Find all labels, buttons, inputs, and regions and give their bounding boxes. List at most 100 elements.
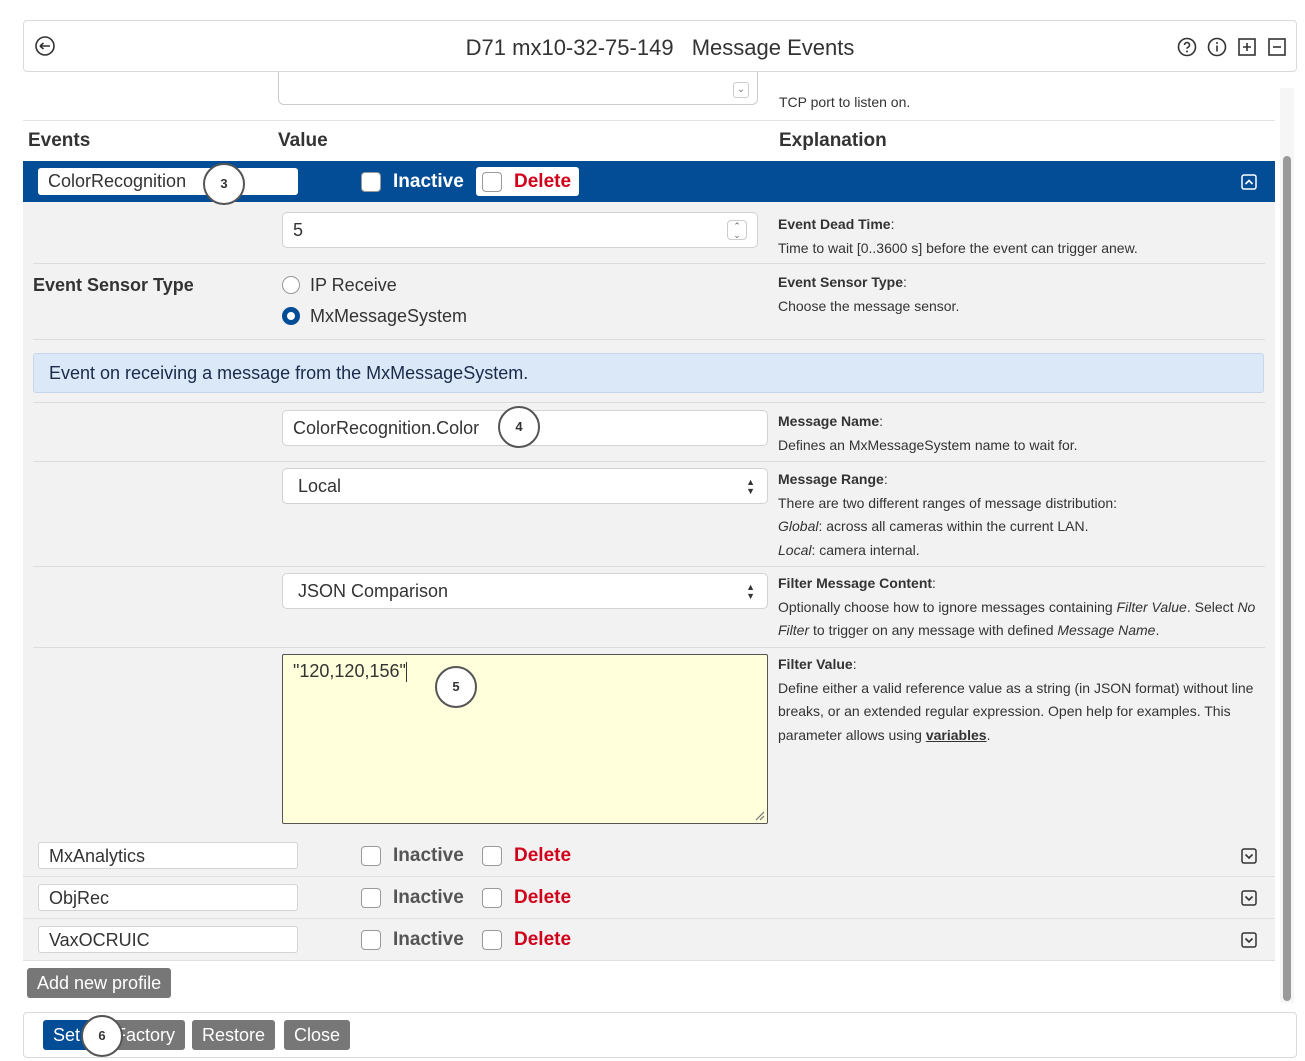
collapse-profile-icon[interactable] — [1241, 174, 1257, 195]
radio-mxmessagesystem[interactable] — [282, 307, 300, 325]
callout-marker: 4 — [498, 406, 540, 448]
add-new-profile-button[interactable]: Add new profile — [27, 968, 172, 998]
delete-toggle[interactable]: Delete — [476, 167, 579, 196]
filter-content-value: JSON Comparison — [298, 581, 449, 601]
sensor-type-title: Event Sensor Type — [778, 274, 904, 290]
filter-desc-em: Filter Value — [1116, 598, 1187, 615]
message-range-desc: There are two different ranges of messag… — [778, 494, 1118, 511]
stepper-icon[interactable]: ⌃ ⌄ — [727, 220, 747, 240]
variables-link[interactable]: variables — [926, 727, 987, 743]
sensor-type-explanation: Event Sensor Type: Choose the message se… — [778, 274, 960, 314]
profile-details: 5 ⌃ ⌄ Event Dead Time: Time to wait [0..3… — [23, 202, 1275, 835]
expand-profile-icon[interactable] — [1241, 932, 1257, 953]
select-arrows-icon: ▲ ▼ — [746, 582, 755, 601]
filter-desc-text: . — [1155, 622, 1160, 638]
filter-value-text: "120,120,156" — [293, 661, 406, 681]
filter-desc-text: Optionally choose how to ignore messages… — [778, 598, 1117, 615]
inactive-checkbox[interactable] — [361, 888, 381, 908]
inactive-checkbox[interactable] — [361, 930, 381, 950]
divider — [33, 263, 1265, 264]
delete-checkbox[interactable] — [482, 888, 502, 908]
dead-time-value: 5 — [293, 220, 304, 240]
device-name: D71 mx10-32-75-149 — [465, 35, 674, 60]
divider — [33, 402, 1265, 403]
expand-all-icon[interactable] — [1236, 36, 1258, 63]
delete-label: Delete — [514, 887, 572, 908]
filter-desc-em: Message Name — [1057, 622, 1156, 638]
filter-content-explanation: Filter Message Content: Optionally choos… — [778, 575, 1256, 638]
delete-label: Delete — [514, 845, 572, 866]
dead-time-input[interactable]: 5 ⌃ ⌄ — [282, 212, 758, 248]
dead-time-title: Event Dead Time — [778, 216, 891, 232]
filter-value-title: Filter Value — [778, 656, 853, 672]
callout-marker: 5 — [435, 666, 477, 708]
select-arrows-icon: ▲ ▼ — [746, 477, 755, 496]
header-events: Events — [28, 130, 91, 151]
help-icon[interactable] — [1176, 36, 1198, 63]
header-explanation: Explanation — [779, 130, 887, 151]
info-message: Event on receiving a message from the Mx… — [33, 353, 1264, 393]
footer-bar: Set Factory Restore Close — [23, 1012, 1297, 1058]
message-range-title: Message Range — [778, 471, 884, 487]
resize-handle-icon[interactable] — [753, 809, 765, 821]
info-icon[interactable] — [1206, 36, 1228, 63]
title-bar: D71 mx10-32-75-149 Message Events — [23, 20, 1297, 72]
delete-label: Delete — [514, 929, 572, 950]
port-select[interactable]: ⌄ — [278, 72, 758, 105]
range-global-desc: : across all cameras within the current … — [818, 518, 1089, 534]
delete-checkbox[interactable] — [482, 171, 502, 192]
inactive-checkbox[interactable] — [361, 846, 381, 866]
window-title: D71 mx10-32-75-149 Message Events — [24, 35, 1296, 61]
port-explanation: TCP port to listen on. — [779, 94, 911, 110]
divider — [23, 120, 1275, 121]
dead-time-explanation: Event Dead Time: Time to wait [0..3600 s… — [778, 216, 1138, 256]
inactive-label: Inactive — [393, 170, 464, 192]
close-button[interactable]: Close — [284, 1020, 351, 1050]
restore-button[interactable]: Restore — [192, 1020, 276, 1050]
profile-name-input[interactable]: MxAnalytics — [38, 842, 298, 869]
inactive-label: Inactive — [393, 929, 464, 950]
expand-profile-icon[interactable] — [1241, 848, 1257, 869]
message-range-value: Local — [298, 476, 342, 496]
collapse-all-icon[interactable] — [1266, 36, 1288, 63]
content-area: ⌄ TCP port to listen on. Events Value Ex… — [23, 72, 1275, 1010]
message-name-title: Message Name — [778, 413, 880, 429]
filter-desc-text: . Select — [1186, 598, 1238, 615]
profile-name-input[interactable]: VaxOCRUIC — [38, 926, 298, 953]
dialog-title: Message Events — [691, 35, 855, 60]
filter-value-desc: Define either a valid reference value as… — [778, 679, 1254, 743]
delete-checkbox[interactable] — [482, 846, 502, 866]
filter-value-desc-end: . — [986, 726, 991, 743]
filter-desc-text: to trigger on any message with defined — [809, 622, 1058, 638]
message-range-select[interactable]: Local ▲ ▼ — [282, 468, 768, 504]
profile-name-input[interactable]: ObjRec — [38, 884, 298, 911]
inactive-label: Inactive — [393, 887, 464, 908]
delete-checkbox[interactable] — [482, 930, 502, 950]
header-value: Value — [278, 130, 328, 151]
message-name-desc: Defines an MxMessageSystem name to wait … — [778, 436, 1078, 453]
inactive-label: Inactive — [393, 845, 464, 866]
text-cursor — [405, 662, 407, 683]
option-mxmessagesystem: MxMessageSystem — [310, 306, 468, 326]
filter-content-title: Filter Message Content — [778, 575, 933, 591]
expand-profile-icon[interactable] — [1241, 890, 1257, 911]
profile-name-input[interactable]: ColorRecognition — [38, 168, 298, 195]
callout-marker: 3 — [203, 163, 245, 205]
filter-content-select[interactable]: JSON Comparison ▲ ▼ — [282, 573, 768, 609]
divider — [33, 566, 1265, 567]
callout-marker: 6 — [81, 1015, 123, 1057]
divider — [33, 461, 1265, 462]
option-ip-receive: IP Receive — [310, 275, 397, 295]
inactive-checkbox[interactable] — [361, 171, 381, 192]
scrollbar-thumb[interactable] — [1283, 156, 1291, 1001]
chevron-down-icon: ⌄ — [733, 82, 749, 98]
scrollbar[interactable] — [1280, 88, 1294, 1003]
range-global-key: Global — [778, 518, 819, 534]
filter-value-textarea[interactable]: "120,120,156" — [282, 654, 768, 824]
message-range-explanation: Message Range: There are two different r… — [778, 471, 1118, 558]
range-local-desc: : camera internal. — [811, 541, 920, 558]
radio-ip-receive[interactable] — [282, 276, 300, 294]
profile-row-mxanalytics: MxAnalytics Inactive Delete — [23, 835, 1275, 877]
profile-row-objrec: ObjRec Inactive Delete — [23, 877, 1275, 919]
sensor-type-label: Event Sensor Type — [33, 275, 194, 295]
